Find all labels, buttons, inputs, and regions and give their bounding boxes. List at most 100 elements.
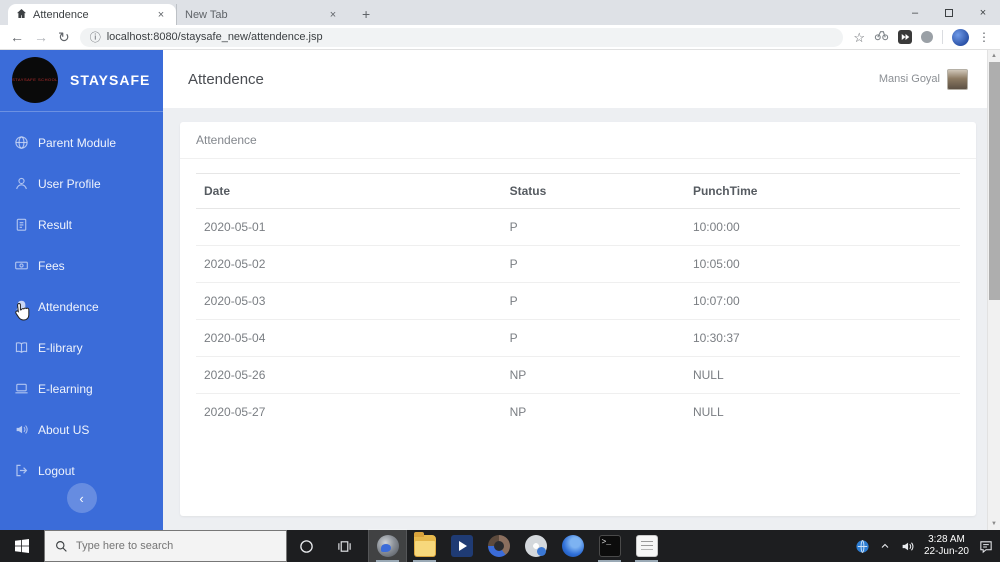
forward-button[interactable]: → [34, 30, 48, 44]
scrollbar-thumb[interactable] [989, 62, 1000, 300]
search-input[interactable] [76, 540, 256, 552]
sidebar-item-user-profile[interactable]: User Profile [0, 163, 163, 204]
globe-icon [15, 136, 28, 149]
windows-taskbar: >_ 3:28 AM 22-Jun-20 [0, 529, 1000, 562]
tray-chevron-up-icon[interactable] [879, 540, 891, 552]
restore-button[interactable] [932, 0, 966, 25]
sidebar-item-label: Result [38, 217, 73, 232]
app-viewport: STAYSAFE SCHOOL STAYSAFE Parent Module U… [0, 50, 1000, 530]
minimize-button[interactable]: – [898, 0, 932, 25]
card-body: Date Status PunchTime 2020-05-01 P 10:00… [180, 159, 976, 430]
taskbar-app-disc[interactable] [517, 530, 554, 562]
tab-close-icon[interactable]: × [154, 8, 168, 22]
toolbar-divider [942, 30, 943, 44]
page-scrollbar[interactable]: ▲ ▼ [987, 50, 1000, 530]
taskbar-app-file-explorer[interactable] [406, 530, 443, 562]
search-icon [56, 540, 67, 552]
mouse-cursor [14, 302, 31, 327]
cell-status: NP [509, 405, 527, 419]
sidebar-item-e-library[interactable]: E-library [0, 327, 163, 368]
table-header-row: Date Status PunchTime [196, 173, 960, 209]
task-view-button[interactable] [325, 530, 363, 562]
sidebar-item-result[interactable]: Result [0, 204, 163, 245]
action-center-icon[interactable] [978, 539, 994, 554]
profile-avatar[interactable] [952, 28, 969, 46]
user-menu[interactable]: Mansi Goyal [878, 68, 968, 90]
address-bar[interactable]: ⓘ localhost:8080/staysafe_new/attendence… [79, 27, 844, 47]
tab-title: New Tab [185, 8, 228, 21]
sidebar-item-e-learning[interactable]: E-learning [0, 368, 163, 409]
taskbar-app-movies[interactable] [443, 530, 480, 562]
taskbar-app-notepad[interactable] [628, 530, 665, 562]
taskbar-app-browser2[interactable] [480, 530, 517, 562]
table-row: 2020-05-26 NP NULL [196, 356, 960, 394]
start-button[interactable] [0, 530, 44, 562]
page-title: Attendence [188, 70, 264, 88]
reload-button[interactable]: ↻ [58, 30, 70, 44]
browser-menu-icon[interactable]: ⋮ [978, 30, 990, 44]
cell-date: 2020-05-03 [196, 282, 502, 320]
url-text: localhost:8080/staysafe_new/attendence.j… [106, 31, 323, 43]
sidebar-item-label: About US [38, 422, 90, 437]
cell-status: P [501, 208, 685, 246]
sidebar-collapse-button[interactable]: ‹ [66, 483, 97, 513]
tab-close-icon[interactable]: × [326, 8, 340, 22]
taskbar-app-recorder[interactable] [368, 529, 407, 562]
cell-date: 2020-05-27 [204, 405, 266, 419]
task-view-icon [337, 540, 351, 552]
round-app-icon [487, 535, 510, 557]
cell-status: P [501, 282, 685, 320]
cell-date: 2020-05-01 [196, 208, 502, 246]
cell-date: 2020-05-04 [196, 319, 502, 357]
extension-icon-2[interactable] [898, 30, 912, 44]
sidebar-item-parent-module[interactable]: Parent Module [0, 122, 163, 163]
clock-time: 3:28 AM [928, 533, 965, 545]
column-header-date: Date [196, 173, 502, 209]
taskbar-app-edge[interactable] [554, 530, 591, 562]
network-globe-icon[interactable] [855, 539, 870, 554]
sidebar-item-fees[interactable]: Fees [0, 245, 163, 286]
bookmark-star-icon[interactable]: ☆ [853, 31, 865, 44]
logout-icon [16, 464, 28, 477]
back-button[interactable]: ← [10, 30, 24, 44]
extension-icon-1[interactable] [874, 28, 889, 46]
extension-icon-3[interactable] [921, 31, 933, 43]
sidebar-item-label: Logout [38, 463, 75, 478]
laptop-icon [15, 383, 28, 394]
new-tab-button[interactable]: + [356, 4, 376, 25]
cell-punchtime: 10:05:00 [684, 245, 960, 283]
scroll-up-icon[interactable]: ▲ [988, 50, 1000, 62]
cell-status: NP [501, 356, 685, 394]
sidebar-item-label: Attendence [38, 299, 99, 314]
taskbar-search[interactable] [44, 530, 287, 562]
volume-icon[interactable] [900, 539, 915, 554]
site-info-icon[interactable]: ⓘ [90, 29, 101, 45]
sidebar-item-about-us[interactable]: About US [0, 409, 163, 450]
screen: Attendence × New Tab × + – × ← → ↻ ⓘ loc… [0, 0, 1000, 562]
browser-tab-bar: Attendence × New Tab × + – × [0, 0, 1000, 25]
page-header: Attendence Mansi Goyal [163, 50, 1000, 108]
cell-punchtime: NULL [692, 405, 724, 419]
swirl-icon [561, 535, 584, 557]
cell-punchtime: NULL [684, 356, 960, 394]
attendance-table: Date Status PunchTime 2020-05-01 P 10:00… [196, 173, 960, 430]
clock-date: 22-Jun-20 [923, 546, 969, 557]
tab-attendence[interactable]: Attendence × [8, 4, 176, 25]
tab-new-tab[interactable]: New Tab × [176, 4, 348, 25]
main-content: Attendence Mansi Goyal Attendence Date S… [163, 50, 1000, 530]
cell-date: 2020-05-26 [196, 356, 502, 394]
fees-icon [15, 261, 28, 270]
table-row: 2020-05-27 NP NULL [196, 394, 960, 431]
play-icon [450, 535, 473, 557]
user-name: Mansi Goyal [878, 73, 940, 85]
close-button[interactable]: × [966, 0, 1000, 25]
taskbar-app-cmd[interactable]: >_ [591, 530, 628, 562]
cell-status: P [501, 319, 685, 357]
cell-status: P [501, 245, 685, 283]
cortana-icon [299, 539, 313, 553]
cell-punchtime: 10:00:00 [684, 208, 960, 246]
sidebar-item-label: E-library [38, 340, 83, 355]
taskbar-clock[interactable]: 3:28 AM 22-Jun-20 [924, 534, 969, 559]
cortana-button[interactable] [287, 530, 325, 562]
scroll-down-icon[interactable]: ▼ [988, 518, 1000, 530]
